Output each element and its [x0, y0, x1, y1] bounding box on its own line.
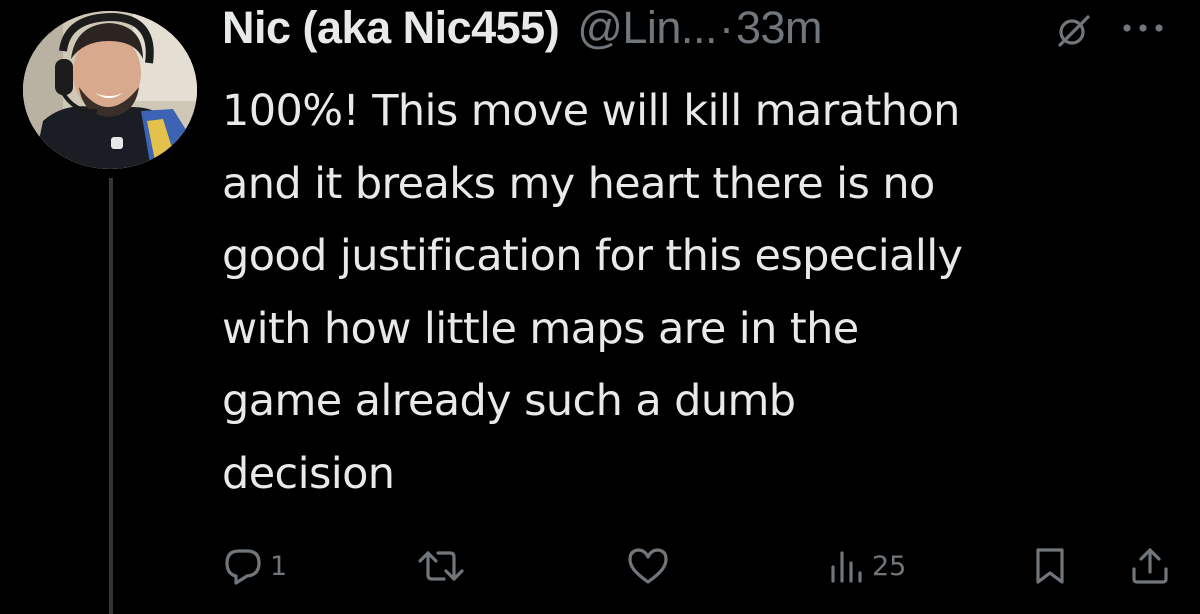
author-handle[interactable]: @Lin...: [577, 2, 717, 54]
reply-button[interactable]: 1: [222, 538, 287, 594]
heart-icon: [628, 548, 668, 584]
reply-icon: [225, 549, 261, 585]
tweet-text: 100%! This move will kill marathon and i…: [222, 75, 1182, 510]
tweet-timestamp[interactable]: 33m: [736, 2, 823, 54]
tweet-text-line: decision: [222, 448, 395, 499]
bookmark-button[interactable]: [1032, 538, 1068, 594]
share-button[interactable]: [1128, 538, 1172, 594]
tweet-text-line: good justification for this especially: [222, 231, 963, 281]
share-icon: [1132, 548, 1168, 584]
views-chart-icon: [831, 551, 862, 583]
action-bar: 1 25: [0, 538, 1200, 594]
views-count: 25: [872, 550, 907, 582]
author-display-name[interactable]: Nic (aka Nic455): [222, 2, 560, 54]
tweet-text-line: 100%! This move will kill marathon: [222, 86, 960, 136]
avatar-photo-icon: [23, 11, 197, 169]
tweet-header: Nic (aka Nic455) @Lin... · 33m: [222, 2, 823, 54]
tweet-text-line: with how little maps are in the: [222, 303, 859, 354]
bookmark-icon: [1036, 548, 1064, 584]
tweet-text-line: and it breaks my heart there is no: [222, 158, 935, 209]
repost-icon: [418, 551, 464, 581]
author-avatar[interactable]: [23, 11, 197, 169]
like-button[interactable]: [626, 538, 676, 594]
tweet[interactable]: Nic (aka Nic455) @Lin... · 33m 100%! Thi…: [0, 0, 1200, 614]
repost-button[interactable]: [416, 538, 472, 594]
grok-icon[interactable]: [1056, 13, 1092, 49]
more-icon[interactable]: [1118, 18, 1168, 38]
separator-dot: ·: [718, 2, 734, 53]
tweet-text-line: game already such a dumb: [222, 376, 796, 426]
views-button[interactable]: 25: [826, 538, 906, 594]
reply-count: 1: [270, 550, 288, 582]
